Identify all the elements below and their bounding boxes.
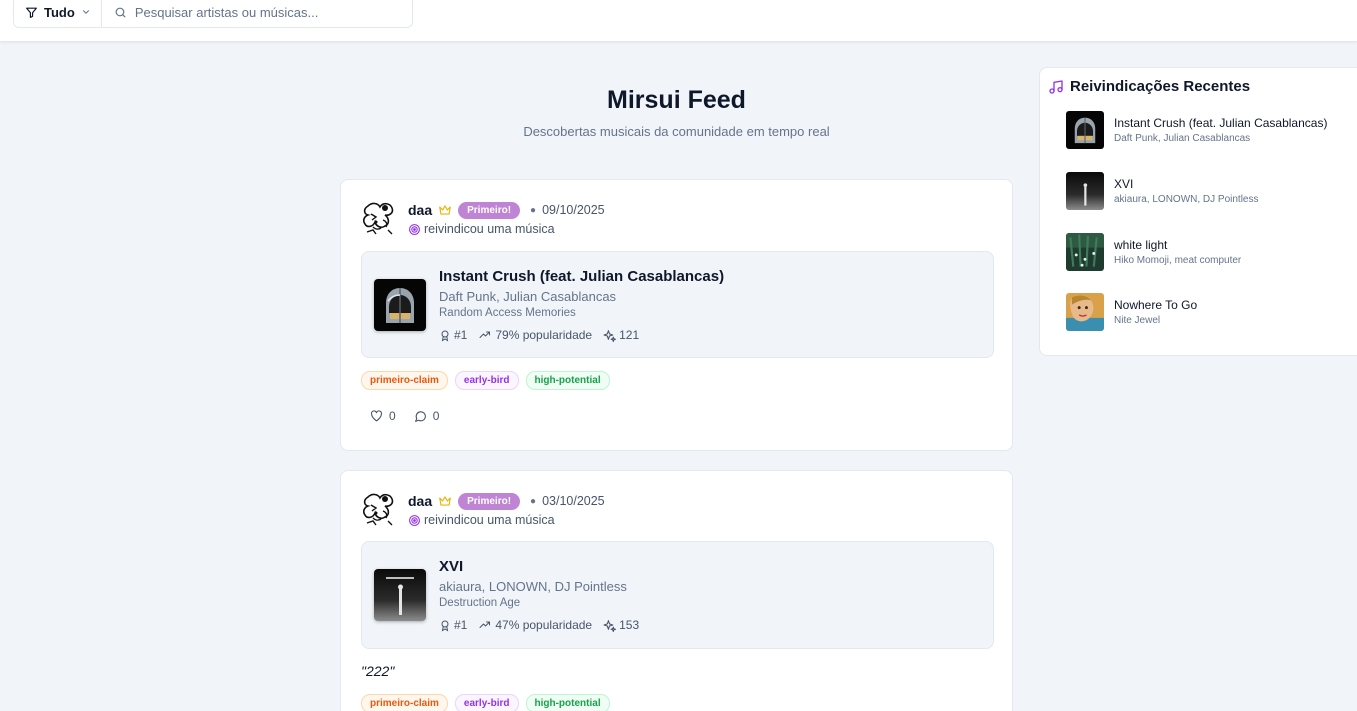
target-icon — [409, 514, 420, 526]
recent-claim-item[interactable]: white light Hiko Momoji, meat computer — [1066, 232, 1356, 272]
popularity-stat: 47% popularidade — [478, 618, 592, 632]
avatar[interactable] — [362, 491, 397, 529]
sparkles-icon — [603, 619, 617, 632]
award-icon — [441, 620, 449, 632]
post-action: reivindicou uma música — [408, 222, 555, 236]
track-artists: Daft Punk, Julian Casablancas — [439, 289, 617, 304]
rank-stat: #1 — [439, 328, 467, 342]
recent-claim-item[interactable]: Nowhere To Go Nite Jewel — [1066, 292, 1356, 332]
avatar[interactable] — [362, 200, 397, 238]
post-author-line: daa Primeiro! ● 03/10/2025 — [408, 492, 605, 510]
username[interactable]: daa — [408, 493, 432, 509]
feed-post: daa Primeiro! ● 09/10/2025 reivindicou u… — [340, 179, 1013, 451]
tag[interactable]: primeiro-claim — [361, 694, 448, 711]
feed-post: daa Primeiro! ● 03/10/2025 reivindicou u… — [340, 470, 1013, 711]
claim-title: white light — [1114, 238, 1168, 252]
claim-artists: akiaura, LONOWN, DJ Pointless — [1114, 194, 1259, 205]
score-value: 153 — [619, 618, 640, 632]
score-value: 121 — [619, 328, 640, 342]
post-author-line: daa Primeiro! ● 09/10/2025 — [408, 201, 605, 219]
search-bar: Tudo — [13, 0, 413, 28]
tag[interactable]: early-bird — [454, 371, 519, 390]
popularity-value: 47% popularidade — [495, 618, 593, 632]
trending-up-icon — [479, 331, 491, 338]
like-count: 0 — [389, 409, 396, 423]
filter-dropdown[interactable]: Tudo — [14, 0, 102, 27]
track-stats: #1 79% popularidade 121 — [439, 328, 639, 342]
recent-claim-item[interactable]: Instant Crush (feat. Julian Casablancas)… — [1066, 110, 1356, 150]
recent-claims-panel: Reivindicações Recentes Instant Crush (f… — [1039, 67, 1357, 356]
post-date: 09/10/2025 — [542, 203, 605, 217]
panel-header: Reivindicações Recentes — [1048, 78, 1250, 95]
score-stat: 121 — [603, 328, 639, 342]
chevron-down-icon — [82, 10, 89, 14]
trending-up-icon — [479, 621, 491, 628]
action-text: reivindicou uma música — [424, 222, 555, 236]
award-icon — [441, 330, 449, 342]
post-reactions: 0 0 — [370, 409, 439, 423]
heart-icon — [371, 410, 382, 422]
rank-value: #1 — [454, 328, 468, 342]
track-stats: #1 47% popularidade 153 — [439, 618, 639, 632]
claim-title: Nowhere To Go — [1114, 298, 1198, 312]
page-title: Mirsui Feed — [607, 86, 746, 114]
album-cover — [374, 279, 426, 331]
music-note-icon — [1049, 79, 1063, 94]
post-date: 03/10/2025 — [542, 494, 605, 508]
album-cover — [374, 569, 426, 621]
claim-title: Instant Crush (feat. Julian Casablancas) — [1114, 116, 1328, 130]
username[interactable]: daa — [408, 202, 432, 218]
track-title[interactable]: Instant Crush (feat. Julian Casablancas) — [439, 268, 724, 285]
track-artists: akiaura, LONOWN, DJ Pointless — [439, 579, 627, 594]
comment-icon — [414, 410, 426, 422]
score-stat: 153 — [603, 618, 639, 632]
top-bar: Tudo — [0, 0, 1357, 42]
tag-list: primeiro-claim early-bird high-potential — [361, 694, 610, 711]
claim-thumbnail — [1066, 111, 1104, 149]
recent-claim-item[interactable]: XVI akiaura, LONOWN, DJ Pointless — [1066, 171, 1356, 211]
track-card[interactable]: Instant Crush (feat. Julian Casablancas)… — [361, 251, 994, 358]
search-field — [102, 0, 412, 27]
search-icon — [115, 7, 126, 17]
claim-artists: Daft Punk, Julian Casablancas — [1114, 133, 1251, 144]
rank-value: #1 — [454, 618, 468, 632]
comment-count: 0 — [432, 409, 440, 423]
tag[interactable]: primeiro-claim — [361, 371, 448, 390]
tag[interactable]: high-potential — [525, 694, 610, 711]
sparkles-icon — [603, 329, 617, 342]
separator-dot: ● — [530, 204, 537, 216]
claim-artists: Nite Jewel — [1114, 315, 1161, 326]
track-card[interactable]: XVI akiaura, LONOWN, DJ Pointless Destru… — [361, 541, 994, 649]
page-subtitle: Descobertas musicais da comunidade em te… — [523, 124, 830, 139]
post-action: reivindicou uma música — [408, 513, 555, 527]
filter-icon — [26, 7, 37, 18]
popularity-value: 79% popularidade — [495, 328, 593, 342]
track-album: Destruction Age — [439, 597, 521, 609]
tag[interactable]: early-bird — [454, 694, 519, 711]
claim-thumbnail — [1066, 233, 1104, 271]
track-title[interactable]: XVI — [439, 558, 463, 575]
claim-title: XVI — [1114, 177, 1134, 191]
claim-thumbnail — [1066, 172, 1104, 210]
post-quote: "222" — [361, 663, 395, 679]
filter-label: Tudo — [44, 4, 75, 20]
first-claim-badge: Primeiro! — [458, 492, 521, 510]
search-input[interactable] — [134, 4, 395, 20]
like-button[interactable]: 0 — [370, 409, 396, 423]
crown-icon — [439, 205, 451, 215]
tag[interactable]: high-potential — [525, 371, 610, 390]
separator-dot: ● — [530, 495, 537, 507]
panel-title: Reivindicações Recentes — [1070, 78, 1251, 95]
crown-icon — [439, 496, 451, 506]
track-album: Random Access Memories — [439, 307, 576, 319]
action-text: reivindicou uma música — [424, 513, 555, 527]
claim-artists: Hiko Momoji, meat computer — [1114, 255, 1242, 266]
first-claim-badge: Primeiro! — [458, 201, 521, 219]
tag-list: primeiro-claim early-bird high-potential — [361, 371, 610, 390]
claim-thumbnail — [1066, 293, 1104, 331]
popularity-stat: 79% popularidade — [478, 328, 592, 342]
comment-button[interactable]: 0 — [414, 409, 440, 423]
rank-stat: #1 — [439, 618, 467, 632]
target-icon — [409, 223, 420, 235]
